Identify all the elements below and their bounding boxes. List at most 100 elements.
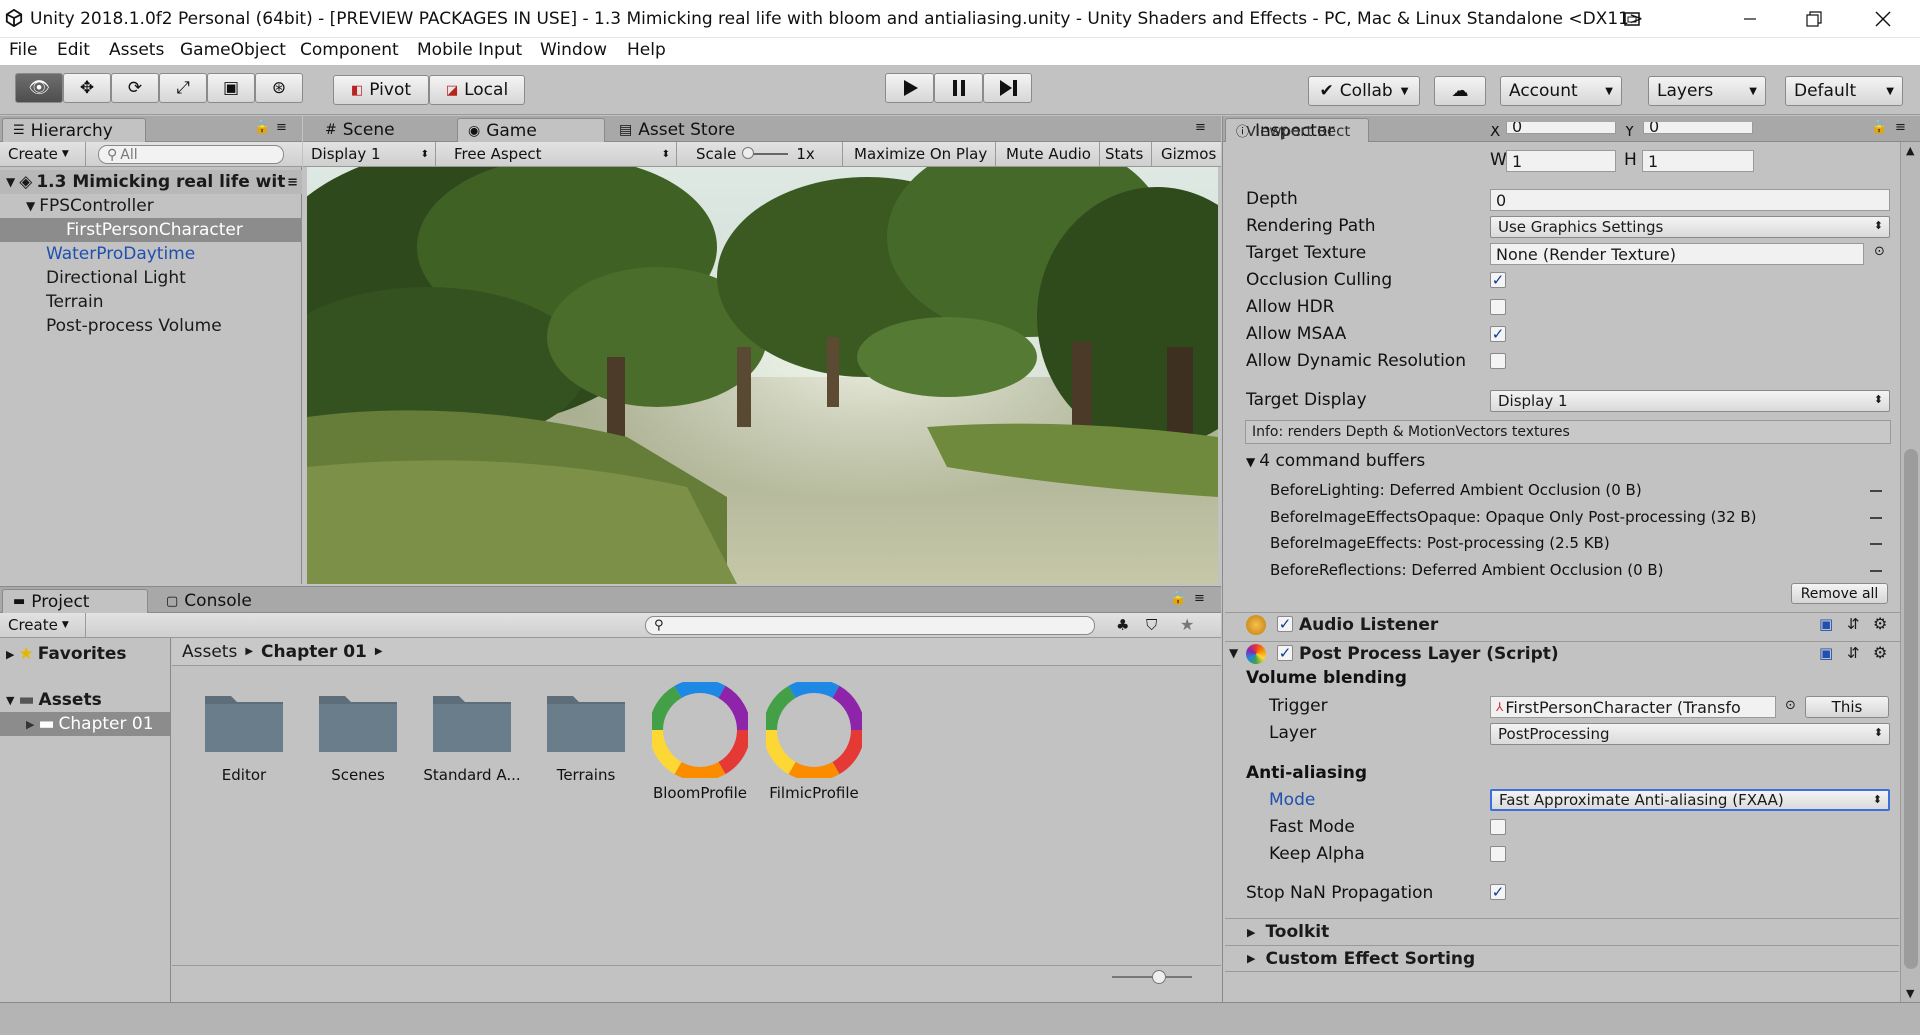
help-book-icon[interactable]: ▣ xyxy=(1819,644,1833,662)
maximize-on-play-toggle[interactable]: Maximize On Play xyxy=(846,142,997,166)
allow-hdr-checkbox[interactable] xyxy=(1490,299,1506,315)
help-book-icon[interactable]: ▣ xyxy=(1819,615,1833,633)
tab-game[interactable]: ◉ Game xyxy=(457,118,605,142)
assets-row[interactable]: ▼ ▬ Assets xyxy=(0,688,102,712)
remove-command-icon[interactable] xyxy=(1870,517,1882,519)
preset-icon[interactable]: ⇵ xyxy=(1847,644,1860,662)
this-button[interactable]: This xyxy=(1805,696,1889,718)
gizmos-toggle[interactable]: Gizmos xyxy=(1153,142,1224,166)
lock-icon[interactable]: 🔒 xyxy=(1170,591,1186,606)
favorites-row[interactable]: ▶ ★ Favorites xyxy=(0,642,127,666)
menu-mobile-input[interactable]: Mobile Input xyxy=(417,40,522,60)
stop-nan-checkbox[interactable]: ✓ xyxy=(1490,884,1506,900)
chapter-01-row[interactable]: ▶ ▬ Chapter 01 xyxy=(0,712,170,736)
asset-folder-terrains[interactable]: Terrains xyxy=(531,690,641,784)
post-process-layer-enabled-checkbox[interactable]: ✓ xyxy=(1277,645,1293,661)
star-icon[interactable]: ★ xyxy=(1180,615,1194,634)
hierarchy-create-button[interactable]: Create ▼ xyxy=(0,142,86,166)
asset-bloom-profile[interactable]: BloomProfile xyxy=(645,682,755,802)
audio-listener-header[interactable]: ✓ Audio Listener ▣ ⇵ ⚙ xyxy=(1225,612,1900,638)
rect-tool-button[interactable]: ▣ xyxy=(207,73,255,103)
restore-window-icon[interactable] xyxy=(1604,0,1660,38)
lock-icon[interactable]: 🔒 xyxy=(254,120,270,135)
layers-dropdown[interactable]: Layers ▼ xyxy=(1648,76,1766,106)
menu-file[interactable]: File xyxy=(9,40,37,60)
account-dropdown[interactable]: Account ▼ xyxy=(1500,76,1622,106)
lock-icon[interactable]: 🔒 xyxy=(1871,120,1887,135)
target-texture-field[interactable]: None (Render Texture) xyxy=(1490,243,1864,265)
mute-audio-toggle[interactable]: Mute Audio xyxy=(998,142,1100,166)
menu-help[interactable]: Help xyxy=(627,40,666,60)
scene-root-row[interactable]: ▼ ◈ 1.3 Mimicking real life wit ≡ xyxy=(0,170,302,194)
target-display-dropdown[interactable]: Display 1 ⬍ xyxy=(1490,390,1890,412)
inspector-scrollbar[interactable]: ▲ ▼ xyxy=(1900,142,1920,1002)
hierarchy-item-waterprodaytime[interactable]: WaterProDaytime xyxy=(0,242,302,266)
breadcrumb-assets[interactable]: Assets xyxy=(182,642,237,662)
panel-menu-icon[interactable]: ≡ xyxy=(1194,591,1205,606)
maximize-icon[interactable] xyxy=(1786,0,1842,38)
project-create-button[interactable]: Create ▼ xyxy=(0,613,86,637)
play-button[interactable] xyxy=(885,73,934,103)
zoom-slider[interactable] xyxy=(1112,970,1192,984)
remove-command-icon[interactable] xyxy=(1870,490,1882,492)
hierarchy-item-fpscontroller[interactable]: ▼ FPSController xyxy=(0,194,302,218)
scene-menu-icon[interactable]: ≡ xyxy=(287,175,298,190)
tab-hierarchy[interactable]: ☰ Hierarchy xyxy=(2,118,146,142)
asset-filmic-profile[interactable]: FilmicProfile xyxy=(759,682,869,802)
tab-asset-store[interactable]: ▤ Asset Store xyxy=(609,118,745,142)
scroll-down-icon[interactable]: ▼ xyxy=(1906,987,1914,1000)
tab-console[interactable]: ▢ Console xyxy=(156,589,262,613)
stats-toggle[interactable]: Stats xyxy=(1097,142,1153,166)
layout-dropdown[interactable]: Default ▼ xyxy=(1785,76,1903,106)
keep-alpha-checkbox[interactable] xyxy=(1490,846,1506,862)
trigger-field[interactable]: ⅄ FirstPersonCharacter (Transfo xyxy=(1490,696,1776,718)
rendering-path-dropdown[interactable]: Use Graphics Settings ⬍ xyxy=(1490,216,1890,238)
menu-assets[interactable]: Assets xyxy=(109,40,164,60)
object-picker-icon[interactable]: ⊙ xyxy=(1785,698,1796,713)
object-picker-icon[interactable]: ⊙ xyxy=(1874,244,1885,259)
hierarchy-search-input[interactable]: ⚲ All xyxy=(98,145,284,164)
label-tag-icon[interactable]: ⛉ xyxy=(1146,616,1157,634)
local-toggle[interactable]: ◪ Local xyxy=(429,75,525,105)
allow-dynamic-resolution-checkbox[interactable] xyxy=(1490,353,1506,369)
panel-menu-icon[interactable]: ≡ xyxy=(276,120,287,135)
menu-component[interactable]: Component xyxy=(300,40,399,60)
layer-dropdown[interactable]: PostProcessing ⬍ xyxy=(1490,723,1890,745)
fast-mode-checkbox[interactable] xyxy=(1490,819,1506,835)
transform-tool-button[interactable]: ⊛ xyxy=(255,73,303,103)
occlusion-culling-checkbox[interactable]: ✓ xyxy=(1490,272,1506,288)
depth-field[interactable]: 0 xyxy=(1490,189,1890,211)
anti-aliasing-mode-dropdown[interactable]: Fast Approximate Anti-aliasing (FXAA) ⬍ xyxy=(1490,789,1890,811)
remove-command-icon[interactable] xyxy=(1870,543,1882,545)
hierarchy-item-directional-light[interactable]: Directional Light xyxy=(0,266,302,290)
step-button[interactable] xyxy=(983,73,1032,103)
tab-scene[interactable]: # Scene xyxy=(315,118,405,142)
menu-edit[interactable]: Edit xyxy=(57,40,90,60)
pause-button[interactable] xyxy=(934,73,983,103)
rotate-tool-button[interactable]: ⟳ xyxy=(111,73,159,103)
project-search-input[interactable]: ⚲ xyxy=(645,616,1095,635)
remove-command-icon[interactable] xyxy=(1870,570,1882,572)
h-field[interactable]: 1 xyxy=(1642,150,1754,172)
allow-msaa-checkbox[interactable]: ✓ xyxy=(1490,326,1506,342)
scrollbar-thumb[interactable] xyxy=(1904,449,1918,969)
scroll-up-icon[interactable]: ▲ xyxy=(1906,144,1914,157)
custom-effect-sorting-foldout[interactable]: ▶ Custom Effect Sorting xyxy=(1225,945,1899,972)
panel-menu-icon[interactable]: ≡ xyxy=(1195,120,1206,135)
cloud-button[interactable]: ☁ xyxy=(1434,76,1486,106)
tab-project[interactable]: ▬ Project xyxy=(2,589,148,613)
view-tool-button[interactable]: 👁 xyxy=(15,73,63,103)
toolkit-foldout[interactable]: ▶ Toolkit xyxy=(1225,918,1899,945)
w-field[interactable]: 1 xyxy=(1506,150,1616,172)
post-process-layer-header[interactable]: ▼ ✓ Post Process Layer (Script) ▣ ⇵ ⚙ xyxy=(1225,641,1900,667)
gear-icon[interactable]: ⚙ xyxy=(1873,643,1887,662)
hierarchy-item-firstpersoncharacter[interactable]: FirstPersonCharacter xyxy=(0,218,302,242)
remove-all-button[interactable]: Remove all xyxy=(1791,583,1888,604)
hierarchy-item-post-process-volume[interactable]: Post-process Volume xyxy=(0,314,302,338)
menu-window[interactable]: Window xyxy=(540,40,607,60)
menu-gameobject[interactable]: GameObject xyxy=(180,40,286,60)
close-icon[interactable] xyxy=(1855,0,1911,38)
hierarchy-item-terrain[interactable]: Terrain xyxy=(0,290,302,314)
asset-folder-editor[interactable]: Editor xyxy=(189,690,299,784)
pivot-toggle[interactable]: ◧ Pivot xyxy=(333,75,429,105)
